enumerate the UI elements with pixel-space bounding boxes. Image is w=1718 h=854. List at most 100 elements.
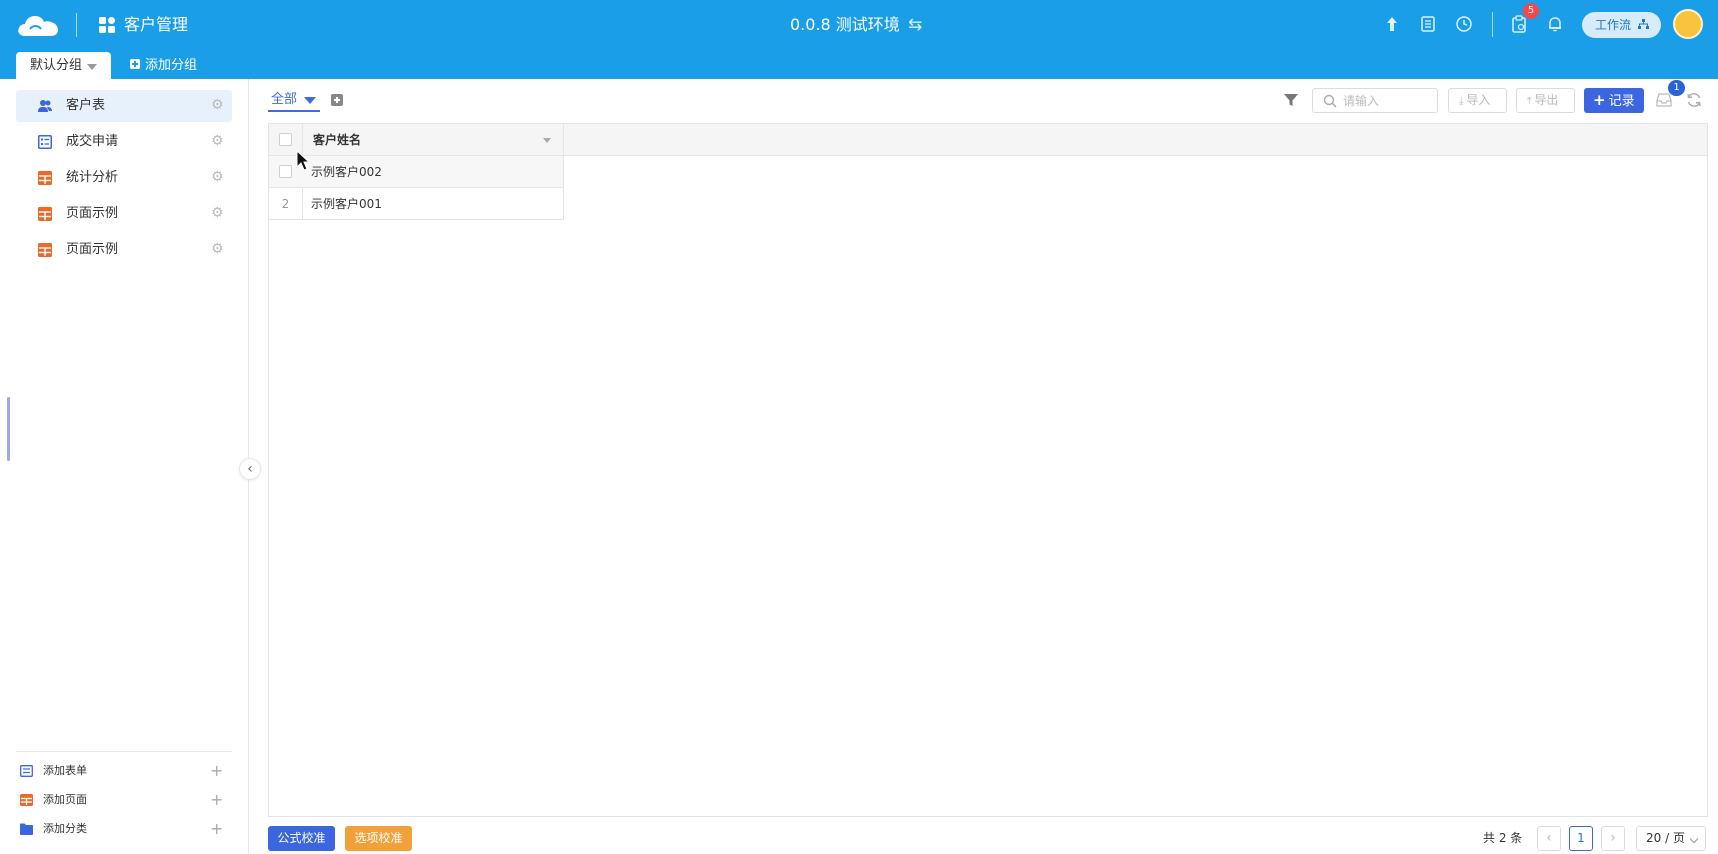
- table-page-icon: [38, 171, 52, 185]
- gear-icon[interactable]: ⚙: [211, 206, 225, 220]
- row-checkbox[interactable]: [279, 165, 292, 178]
- logo-cloud-icon[interactable]: [16, 12, 60, 38]
- document-icon[interactable]: [1419, 15, 1437, 33]
- chevron-down-icon: [87, 64, 97, 70]
- plus-icon[interactable]: +: [210, 760, 223, 782]
- view-tab-label: 全部: [271, 92, 298, 107]
- export-button[interactable]: ⤒ 导出: [1516, 88, 1575, 113]
- column-header-customer-name[interactable]: 客户姓名: [302, 124, 564, 156]
- plus-icon[interactable]: +: [210, 818, 223, 840]
- sidebar: [0, 79, 249, 854]
- inbox-icon[interactable]: [1656, 92, 1672, 108]
- gear-icon[interactable]: ⚙: [211, 134, 225, 148]
- chevron-down-icon: [1689, 834, 1699, 844]
- add-category-label: 添加分类: [43, 822, 87, 835]
- workflow-button[interactable]: 工作流: [1582, 12, 1661, 38]
- group-tab-label: 默认分组: [30, 58, 83, 73]
- add-page-label: 添加页面: [43, 793, 87, 806]
- sidebar-item-customers[interactable]: 客户表 ⚙: [16, 90, 232, 122]
- form-icon: [38, 135, 52, 149]
- row-number: 2: [281, 197, 290, 211]
- sidebar-divider: [16, 751, 232, 752]
- table-page-icon: [20, 794, 33, 806]
- resize-handle[interactable]: [7, 397, 10, 461]
- record-label: 记录: [1608, 94, 1635, 109]
- users-icon: [38, 100, 52, 112]
- header-divider-right: [1492, 12, 1493, 37]
- table-page-icon: [38, 243, 52, 257]
- chevron-down-icon[interactable]: [543, 138, 551, 143]
- import-label: 导入: [1466, 93, 1491, 107]
- option-calibrate-button[interactable]: 选项校准: [345, 826, 412, 851]
- import-button[interactable]: ⤓ 导入: [1448, 88, 1507, 113]
- sidebar-item-label: 成交申请: [66, 134, 119, 149]
- header-divider: [76, 13, 77, 37]
- refresh-icon[interactable]: [1686, 92, 1702, 108]
- table-page-icon: [38, 207, 52, 221]
- formula-calibrate-button[interactable]: 公式校准: [268, 826, 335, 851]
- export-label: 导出: [1534, 93, 1559, 107]
- clipboard-icon[interactable]: [1510, 15, 1528, 33]
- bell-icon[interactable]: [1546, 15, 1564, 33]
- page-1-button[interactable]: 1: [1569, 826, 1593, 851]
- gear-icon[interactable]: ⚙: [211, 242, 225, 256]
- app-grid-icon: [99, 17, 115, 33]
- gear-icon[interactable]: ⚙: [211, 98, 225, 112]
- sidebar-item-page-example[interactable]: 页面示例 ⚙: [16, 198, 232, 230]
- filter-icon[interactable]: [1283, 92, 1299, 108]
- active-tab-indicator: [268, 110, 320, 112]
- next-page-button[interactable]: ›: [1601, 826, 1625, 851]
- sidebar-item-statistics[interactable]: 统计分析 ⚙: [16, 162, 232, 194]
- add-group-button[interactable]: 添加分组: [130, 52, 197, 79]
- environment-label: 0.0.8 测试环境: [790, 15, 900, 34]
- page-size-label: 20 / 页: [1646, 831, 1685, 845]
- customer-name-cell: 示例客户002: [311, 165, 382, 179]
- folder-icon: [20, 823, 33, 835]
- plus-icon[interactable]: +: [210, 789, 223, 811]
- avatar[interactable]: [1673, 9, 1703, 39]
- collapse-sidebar-button[interactable]: ‹: [239, 458, 261, 480]
- customer-name-cell: 示例客户001: [311, 197, 382, 211]
- add-form-button[interactable]: 添加表单 +: [20, 760, 230, 782]
- plus-icon: +: [1593, 91, 1606, 109]
- download-icon: ⤓: [1459, 96, 1464, 107]
- workflow-label: 工作流: [1595, 18, 1632, 32]
- add-view-icon[interactable]: [331, 94, 343, 106]
- top-header-bar: [0, 0, 1718, 79]
- row-index-cell: 2: [269, 188, 303, 220]
- group-tab-default[interactable]: 默认分组: [16, 52, 111, 79]
- add-record-button[interactable]: + 记录: [1584, 88, 1644, 113]
- search-box[interactable]: [1312, 88, 1438, 113]
- gear-icon[interactable]: ⚙: [211, 170, 225, 184]
- sidebar-item-deal-request[interactable]: 成交申请 ⚙: [16, 126, 232, 158]
- swap-environment-icon[interactable]: ⇆: [908, 15, 922, 35]
- chevron-down-icon: [304, 97, 316, 104]
- table-row[interactable]: 示例客户001: [302, 188, 564, 220]
- add-category-button[interactable]: 添加分类 +: [20, 818, 230, 840]
- app-title[interactable]: 客户管理: [124, 13, 188, 37]
- page-size-select[interactable]: 20 / 页: [1636, 826, 1706, 851]
- upload-arrow-icon[interactable]: [1383, 15, 1401, 33]
- sidebar-item-label: 客户表: [66, 98, 106, 113]
- add-form-label: 添加表单: [43, 764, 87, 777]
- select-all-checkbox[interactable]: [279, 133, 292, 146]
- view-tab-all[interactable]: 全部: [271, 91, 316, 109]
- table-row[interactable]: 示例客户002: [302, 156, 564, 188]
- column-title: 客户姓名: [313, 133, 362, 147]
- clock-icon[interactable]: [1455, 15, 1473, 33]
- add-group-label: 添加分组: [145, 58, 198, 73]
- plus-square-icon: [130, 59, 140, 69]
- sidebar-item-page-example-2[interactable]: 页面示例 ⚙: [16, 234, 232, 266]
- notification-badge: 5: [1523, 3, 1539, 19]
- total-count: 共 2 条: [1483, 831, 1523, 845]
- upload-icon: ⤒: [1527, 96, 1532, 107]
- sidebar-item-label: 统计分析: [66, 170, 119, 185]
- prev-page-button[interactable]: ‹: [1537, 826, 1561, 851]
- inbox-badge: 1: [1668, 80, 1685, 96]
- search-input[interactable]: [1343, 91, 1433, 110]
- mouse-cursor-icon: [296, 150, 311, 171]
- add-page-button[interactable]: 添加页面 +: [20, 789, 230, 811]
- form-icon: [20, 765, 33, 777]
- sidebar-item-label: 页面示例: [66, 206, 119, 221]
- workflow-tree-icon: [1637, 19, 1649, 29]
